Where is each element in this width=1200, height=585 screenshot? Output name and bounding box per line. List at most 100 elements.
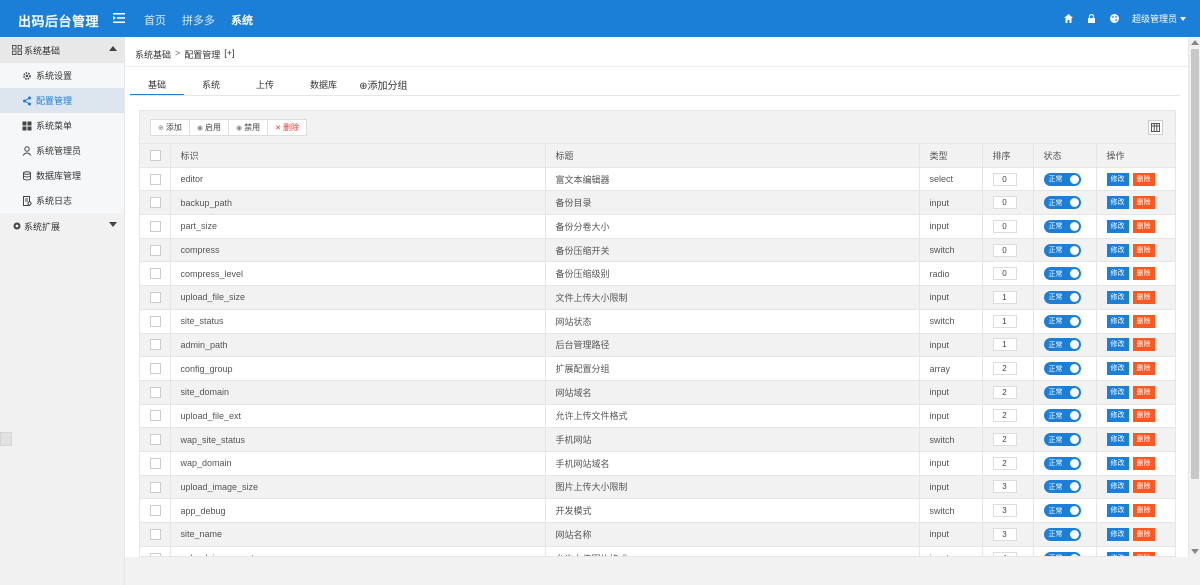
add-button[interactable]: ⊕ 添加 xyxy=(150,119,190,136)
edit-button[interactable]: 修改 xyxy=(1106,480,1129,494)
disable-button[interactable]: ◉ 禁用 xyxy=(227,119,269,136)
delete-row-button[interactable]: 删除 xyxy=(1132,338,1155,352)
delete-row-button[interactable]: 删除 xyxy=(1132,527,1155,541)
row-checkbox[interactable] xyxy=(150,434,161,446)
delete-row-button[interactable]: 删除 xyxy=(1132,290,1155,304)
edit-button[interactable]: 修改 xyxy=(1106,196,1129,210)
status-toggle[interactable]: 正常 xyxy=(1043,314,1081,328)
breadcrumb-open-new[interactable]: [+] xyxy=(224,48,234,61)
user-menu[interactable]: 超级管理员 xyxy=(1132,12,1186,25)
add-group-button[interactable]: ⊕添加分组 xyxy=(355,73,425,96)
delete-button[interactable]: ✕ 删除 xyxy=(267,119,307,136)
menu-toggle-icon[interactable] xyxy=(112,11,126,25)
delete-row-button[interactable]: 删除 xyxy=(1132,480,1155,494)
edit-button[interactable]: 修改 xyxy=(1106,219,1129,233)
edit-button[interactable]: 修改 xyxy=(1106,243,1129,257)
tab-upload[interactable]: 上传 xyxy=(238,73,292,96)
page-scrollbar[interactable] xyxy=(1188,37,1200,557)
row-checkbox[interactable] xyxy=(150,410,161,422)
row-checkbox[interactable] xyxy=(150,244,161,256)
edit-button[interactable]: 修改 xyxy=(1106,433,1129,447)
status-toggle[interactable]: 正常 xyxy=(1043,433,1081,447)
status-toggle[interactable]: 正常 xyxy=(1043,172,1081,186)
row-checkbox[interactable] xyxy=(150,220,161,232)
tab-basic[interactable]: 基础 xyxy=(130,73,185,96)
delete-row-button[interactable]: 删除 xyxy=(1132,362,1155,376)
row-checkbox[interactable] xyxy=(150,197,161,209)
sort-input[interactable]: 0 xyxy=(992,267,1017,281)
status-toggle[interactable]: 正常 xyxy=(1043,362,1081,376)
delete-row-button[interactable]: 删除 xyxy=(1132,433,1155,447)
sort-input[interactable]: 2 xyxy=(992,362,1017,376)
delete-row-button[interactable]: 删除 xyxy=(1132,243,1155,257)
sidebar-group-system-extension[interactable]: 系统扩展 xyxy=(0,213,124,239)
sidebar-item-logs[interactable]: 系统日志 xyxy=(0,188,124,213)
sidebar-item-system-menu[interactable]: 系统菜单 xyxy=(0,113,124,138)
status-toggle[interactable]: 正常 xyxy=(1043,504,1081,518)
edit-button[interactable]: 修改 xyxy=(1106,456,1129,470)
status-toggle[interactable]: 正常 xyxy=(1043,385,1081,399)
row-checkbox[interactable] xyxy=(150,315,161,327)
palette-icon[interactable] xyxy=(1109,13,1120,24)
edit-button[interactable]: 修改 xyxy=(1106,267,1129,281)
tab-system[interactable]: 系统 xyxy=(184,73,238,96)
column-header-sort[interactable]: 排序 xyxy=(981,143,1033,168)
status-toggle[interactable]: 正常 xyxy=(1043,527,1081,541)
edit-button[interactable]: 修改 xyxy=(1106,172,1129,186)
edit-button[interactable]: 修改 xyxy=(1106,504,1129,518)
delete-row-button[interactable]: 删除 xyxy=(1132,456,1155,470)
sort-input[interactable]: 0 xyxy=(992,243,1017,257)
sort-input[interactable]: 3 xyxy=(992,480,1017,494)
status-toggle[interactable]: 正常 xyxy=(1043,338,1081,352)
delete-row-button[interactable]: 删除 xyxy=(1132,385,1155,399)
sort-input[interactable]: 1 xyxy=(992,314,1017,328)
sort-input[interactable]: 2 xyxy=(992,385,1017,399)
edit-button[interactable]: 修改 xyxy=(1106,527,1129,541)
status-toggle[interactable]: 正常 xyxy=(1043,290,1081,304)
edit-button[interactable]: 修改 xyxy=(1106,362,1129,376)
sort-input[interactable]: 2 xyxy=(992,456,1017,470)
row-checkbox[interactable] xyxy=(150,481,161,493)
edit-button[interactable]: 修改 xyxy=(1106,409,1129,423)
row-checkbox[interactable] xyxy=(150,528,161,540)
status-toggle[interactable]: 正常 xyxy=(1043,267,1081,281)
row-checkbox[interactable] xyxy=(150,292,161,304)
column-header-key[interactable]: 标识 xyxy=(169,143,545,168)
status-toggle[interactable]: 正常 xyxy=(1043,243,1081,257)
scrollbar-thumb[interactable] xyxy=(1191,49,1199,479)
top-nav-home[interactable]: 首页 xyxy=(144,12,166,28)
sidebar-group-system-base[interactable]: 系统基础 xyxy=(0,37,124,63)
lock-icon[interactable] xyxy=(1086,13,1097,24)
sort-input[interactable]: 3 xyxy=(992,527,1017,541)
breadcrumb-root[interactable]: 系统基础 xyxy=(135,48,171,61)
row-checkbox[interactable] xyxy=(150,363,161,375)
tab-database[interactable]: 数据库 xyxy=(292,73,355,96)
delete-row-button[interactable]: 删除 xyxy=(1132,267,1155,281)
sidebar-item-database[interactable]: 数据库管理 xyxy=(0,163,124,188)
scroll-up-icon[interactable] xyxy=(1191,40,1199,45)
column-header-type[interactable]: 类型 xyxy=(918,143,982,168)
delete-row-button[interactable]: 删除 xyxy=(1132,219,1155,233)
row-checkbox[interactable] xyxy=(150,339,161,351)
sidebar-collapse-handle[interactable] xyxy=(0,432,12,446)
row-checkbox[interactable] xyxy=(150,505,161,517)
sort-input[interactable]: 2 xyxy=(992,433,1017,447)
column-header-title[interactable]: 标题 xyxy=(544,143,919,168)
delete-row-button[interactable]: 删除 xyxy=(1132,172,1155,186)
sidebar-item-config-management[interactable]: 配置管理 xyxy=(0,88,124,113)
delete-row-button[interactable]: 删除 xyxy=(1132,314,1155,328)
edit-button[interactable]: 修改 xyxy=(1106,314,1129,328)
sort-input[interactable]: 0 xyxy=(992,196,1017,210)
sort-input[interactable]: 2 xyxy=(992,409,1017,423)
status-toggle[interactable]: 正常 xyxy=(1043,456,1081,470)
columns-filter-icon[interactable] xyxy=(1148,120,1163,135)
sidebar-item-system-settings[interactable]: 系统设置 xyxy=(0,63,124,88)
status-toggle[interactable]: 正常 xyxy=(1043,409,1081,423)
row-checkbox[interactable] xyxy=(150,173,161,185)
row-checkbox[interactable] xyxy=(150,386,161,398)
sort-input[interactable]: 0 xyxy=(992,219,1017,233)
row-checkbox[interactable] xyxy=(150,268,161,280)
status-toggle[interactable]: 正常 xyxy=(1043,196,1081,210)
row-checkbox[interactable] xyxy=(150,457,161,469)
delete-row-button[interactable]: 删除 xyxy=(1132,504,1155,518)
